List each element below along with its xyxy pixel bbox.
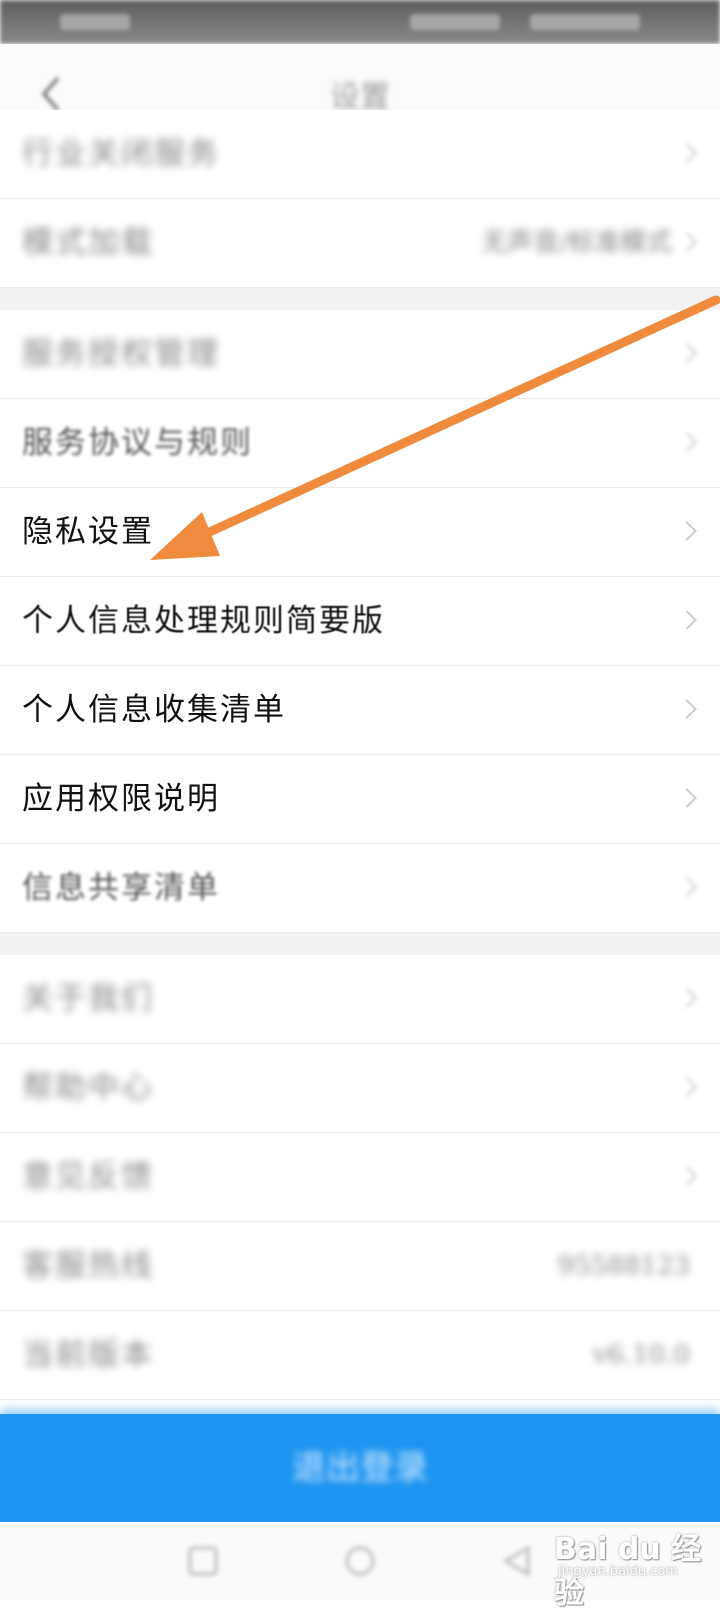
settings-row-label: 隐私设置 [22, 514, 154, 550]
settings-row-feedback[interactable]: 意见反馈 [0, 1133, 720, 1222]
logout-button-label: 退出登录 [292, 1448, 428, 1488]
chevron-right-icon [677, 1077, 697, 1097]
settings-row-label: 服务协议与规则 [22, 425, 253, 461]
settings-row-label: 意见反馈 [22, 1159, 154, 1195]
settings-row-label: 个人信息收集清单 [22, 692, 286, 728]
logout-button[interactable]: 退出登录 [0, 1414, 720, 1522]
settings-row-app-permissions[interactable]: 应用权限说明 [0, 755, 720, 844]
chevron-right-icon [677, 432, 697, 452]
chevron-right-icon [677, 343, 697, 363]
settings-row-personal-info-list[interactable]: 个人信息收集清单 [0, 666, 720, 755]
home-nav-icon[interactable] [186, 1544, 220, 1578]
settings-row-value: v6.10.0 [592, 1340, 690, 1370]
settings-row[interactable]: 行业关闭服务 [0, 110, 720, 199]
settings-group-privacy: 服务授权管理 服务协议与规则 隐私设置 个人信息处理规则简要版 个人信息收集清单… [0, 310, 720, 933]
baidu-jingyan-watermark: Bai du 经验 jingyan.baidu.com [548, 1520, 718, 1611]
settings-row-label: 服务授权管理 [22, 336, 220, 372]
settings-row-service-agreement[interactable]: 服务协议与规则 [0, 399, 720, 488]
settings-row-label: 信息共享清单 [22, 870, 220, 906]
watermark-url: jingyan.baidu.com [558, 1564, 678, 1579]
settings-row-version: 当前版本 v6.10.0 [0, 1311, 720, 1400]
chevron-right-icon [677, 699, 697, 719]
back-nav-icon[interactable] [500, 1544, 534, 1578]
chevron-right-icon [677, 877, 697, 897]
settings-group-about: 关于我们 帮助中心 意见反馈 客服热线 95588123 当前版本 v6.10.… [0, 955, 720, 1400]
chevron-right-icon [677, 788, 697, 808]
settings-row-personal-info-rules[interactable]: 个人信息处理规则简要版 [0, 577, 720, 666]
settings-row-label: 关于我们 [22, 981, 154, 1017]
settings-row-privacy-settings[interactable]: 隐私设置 [0, 488, 720, 577]
settings-row-value: 无声音/标准模式 [481, 228, 672, 258]
settings-row-label: 应用权限说明 [22, 781, 220, 817]
chevron-right-icon [677, 521, 697, 541]
settings-row-about-us[interactable]: 关于我们 [0, 955, 720, 1044]
settings-row-label: 帮助中心 [22, 1070, 154, 1106]
settings-row-info-sharing[interactable]: 信息共享清单 [0, 844, 720, 933]
settings-row-label: 模式加载 [22, 225, 154, 261]
settings-row[interactable]: 模式加载 无声音/标准模式 [0, 199, 720, 288]
settings-row-label: 个人信息处理规则简要版 [22, 603, 385, 639]
settings-row-help-center[interactable]: 帮助中心 [0, 1044, 720, 1133]
chevron-right-icon [677, 143, 697, 163]
chevron-right-icon [677, 1166, 697, 1186]
status-bar [0, 0, 720, 44]
chevron-right-icon [677, 988, 697, 1008]
circle-nav-icon[interactable] [343, 1544, 377, 1578]
settings-row-label: 客服热线 [22, 1248, 154, 1284]
settings-group-general: 行业关闭服务 模式加载 无声音/标准模式 [0, 110, 720, 288]
settings-row-label: 行业关闭服务 [22, 136, 220, 172]
chevron-right-icon [677, 610, 697, 630]
settings-row-hotline[interactable]: 客服热线 95588123 [0, 1222, 720, 1311]
section-divider [0, 933, 720, 955]
settings-row-value: 95588123 [557, 1251, 690, 1281]
chevron-right-icon [677, 232, 697, 252]
section-divider [0, 288, 720, 310]
settings-row-service-authorization[interactable]: 服务授权管理 [0, 310, 720, 399]
settings-row-label: 当前版本 [22, 1337, 154, 1373]
